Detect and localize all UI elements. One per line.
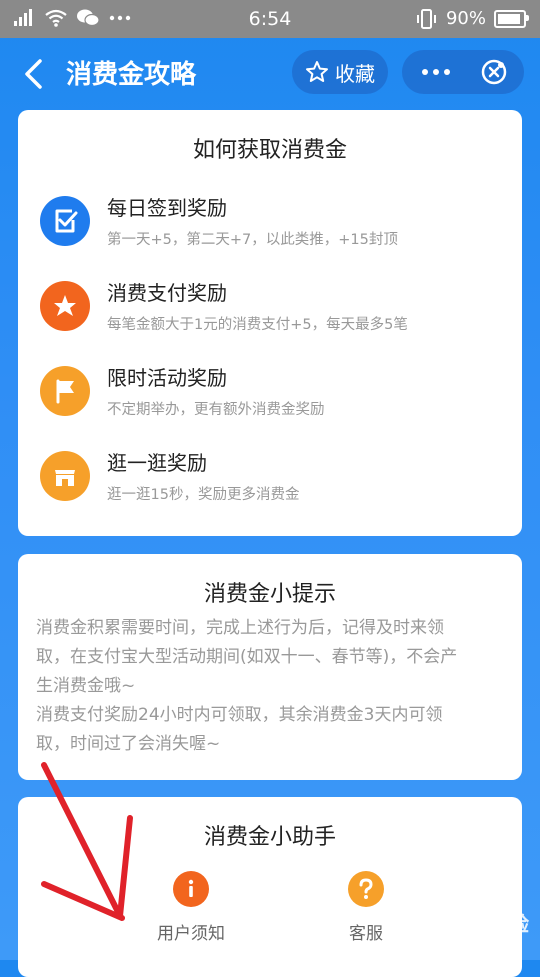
- favorite-button[interactable]: 收藏: [292, 50, 388, 94]
- tips-line: 生消费金哦~: [36, 676, 136, 696]
- vibrate-icon: [416, 8, 436, 29]
- reward-item-payment[interactable]: 消费支付奖励 每笔金额大于1元的消费支付+5，每天最多5笔: [40, 277, 510, 347]
- flag-icon: [40, 366, 90, 416]
- star-outline-icon: [306, 61, 328, 82]
- tips-line: 取，在支付宝大型活动期间(如双十一、春节等)，不会产: [36, 647, 458, 667]
- store-icon: [40, 451, 90, 501]
- baidu-watermark: Baidu 经验 jingyan.baidu.com: [411, 908, 530, 948]
- tips-card-title: 消费金小提示: [203, 582, 336, 607]
- tips-line: 消费金积累需要时间，完成上述行为后，记得及时来领: [36, 618, 444, 638]
- reward-item-browse[interactable]: 逛一逛奖励 逛一逛15秒，奖励更多消费金: [40, 447, 510, 517]
- reward-desc: 每笔金额大于1元的消费支付+5，每天最多5笔: [107, 317, 408, 333]
- tips-text: 消费金积累需要时间，完成上述行为后，记得及时来领 取，在支付宝大型活动期间(如双…: [36, 614, 510, 759]
- reward-desc: 不定期举办，更有额外消费金奖励: [107, 402, 325, 418]
- helper-card: 消费金小助手 用户须知 客服: [18, 797, 522, 977]
- nav-header: 消费金攻略 收藏: [0, 38, 540, 110]
- miniapp-capsule: [402, 50, 524, 94]
- user-notice-label: 用户须知: [157, 924, 225, 944]
- reward-title: 消费支付奖励: [107, 281, 227, 305]
- reward-desc: 逛一逛15秒，奖励更多消费金: [107, 487, 300, 503]
- back-arrow-icon[interactable]: [18, 56, 50, 92]
- reward-title: 逛一逛奖励: [107, 451, 207, 475]
- earn-methods-card: 如何获取消费金 每日签到奖励 第一天+5，第二天+7，以此类推，+15封顶 消费…: [18, 110, 522, 536]
- battery-percent: 90%: [445, 8, 486, 29]
- tips-card: 消费金小提示 消费金积累需要时间，完成上述行为后，记得及时来领 取，在支付宝大型…: [18, 554, 522, 780]
- watermark-sub: jingyan.baidu.com: [410, 935, 513, 948]
- tips-line: 消费支付奖励24小时内可领取，其余消费金3天内可领: [36, 705, 443, 725]
- tips-line: 取，时间过了会消失喔~: [36, 734, 221, 754]
- user-notice-button[interactable]: 用户须知: [116, 871, 266, 944]
- reward-title: 每日签到奖励: [107, 196, 227, 220]
- page-title: 消费金攻略: [66, 60, 197, 90]
- more-options-icon[interactable]: [420, 64, 452, 80]
- status-right: 90%: [414, 8, 529, 29]
- status-bar: 6:54 90%: [0, 0, 540, 38]
- favorite-label: 收藏: [335, 61, 375, 86]
- watermark-main: Baidu 经验: [410, 912, 530, 936]
- star-icon: [40, 281, 90, 331]
- reward-title: 限时活动奖励: [107, 366, 227, 390]
- checkin-icon: [40, 196, 90, 246]
- reward-item-limited[interactable]: 限时活动奖励 不定期举办，更有额外消费金奖励: [40, 362, 510, 432]
- reward-item-checkin[interactable]: 每日签到奖励 第一天+5，第二天+7，以此类推，+15封顶: [40, 192, 510, 262]
- info-icon: [173, 871, 209, 907]
- question-icon: [348, 871, 384, 907]
- reward-desc: 第一天+5，第二天+7，以此类推，+15封顶: [107, 232, 398, 248]
- battery-icon: [494, 9, 529, 28]
- earn-card-title: 如何获取消费金: [192, 138, 347, 163]
- helper-card-title: 消费金小助手: [203, 825, 336, 850]
- close-miniapp-icon[interactable]: [480, 58, 508, 86]
